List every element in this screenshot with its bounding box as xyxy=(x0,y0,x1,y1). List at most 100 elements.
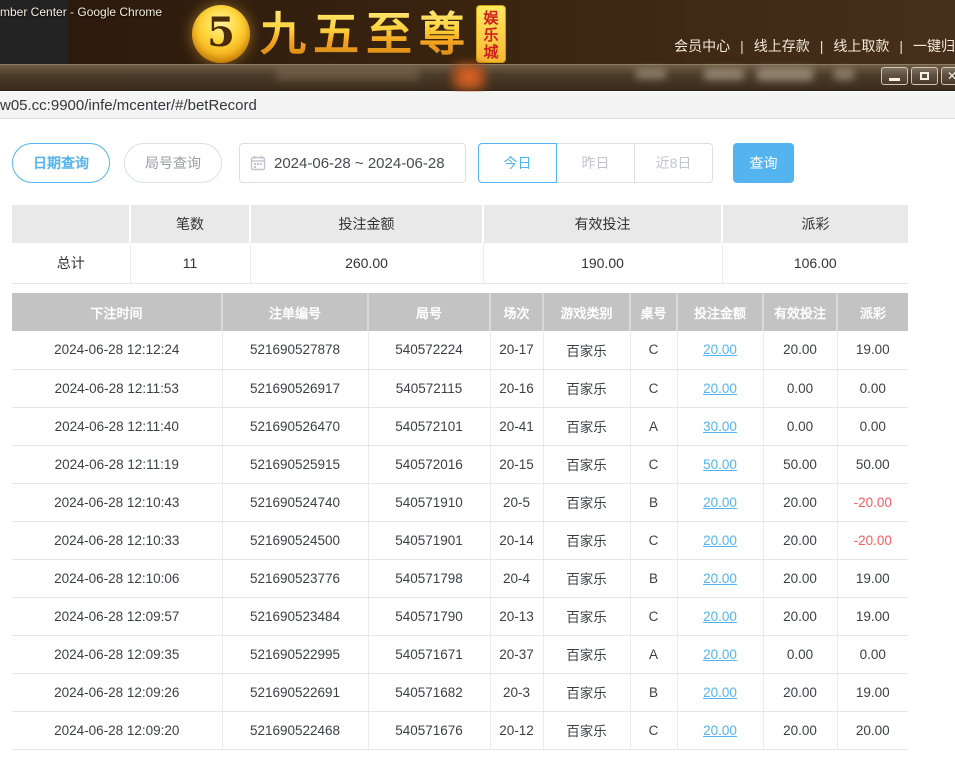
bet-record-table: 下注时间注单编号局号场次游戏类别桌号投注金额有效投注派彩 2024-06-28 … xyxy=(12,293,908,750)
bet-time: 2024-06-28 12:09:20 xyxy=(12,711,222,749)
total-payout: 106.00 xyxy=(722,243,908,283)
yesterday-button[interactable]: 昨日 xyxy=(556,143,635,183)
total-count: 11 xyxy=(130,243,250,283)
bet-time: 2024-06-28 12:09:57 xyxy=(12,597,222,635)
game-type: 百家乐 xyxy=(543,521,630,559)
nav-one-key[interactable]: 一键归户 xyxy=(913,38,955,54)
payout: 19.00 xyxy=(837,597,908,635)
game-type: 百家乐 xyxy=(543,445,630,483)
window-controls: ✕ xyxy=(878,67,955,85)
column-header: 游戏类别 xyxy=(543,293,630,331)
round-query-tab[interactable]: 局号查询 xyxy=(124,143,222,183)
payout: 0.00 xyxy=(837,635,908,673)
table-row: 2024-06-28 12:09:57521690523484540571790… xyxy=(12,597,908,635)
table-row: 2024-06-28 12:11:19521690525915540572016… xyxy=(12,445,908,483)
bet-amount-link[interactable]: 20.00 xyxy=(703,647,737,662)
round-no: 540571682 xyxy=(368,673,490,711)
bet-amount-link[interactable]: 20.00 xyxy=(703,685,737,700)
bet-table-body: 2024-06-28 12:12:24521690527878540572224… xyxy=(12,331,908,749)
bet-time: 2024-06-28 12:11:53 xyxy=(12,369,222,407)
bet-amount-link[interactable]: 20.00 xyxy=(703,609,737,624)
blurred-badge-bottom xyxy=(452,64,486,90)
date-query-tab[interactable]: 日期查询 xyxy=(12,143,110,183)
column-header: 下注时间 xyxy=(12,293,222,331)
bet-time: 2024-06-28 12:10:06 xyxy=(12,559,222,597)
query-button[interactable]: 查询 xyxy=(733,143,794,183)
close-button[interactable]: ✕ xyxy=(941,67,955,85)
valid-bet: 0.00 xyxy=(763,369,837,407)
summary-header-payout: 派彩 xyxy=(722,205,908,243)
order-no: 521690522468 xyxy=(222,711,368,749)
nav-separator: | xyxy=(899,38,903,54)
date-range-input[interactable]: 2024-06-28 ~ 2024-06-28 xyxy=(239,143,466,183)
url-bar[interactable]: w05.cc:9900/infe/mcenter/#/betRecord xyxy=(0,92,955,119)
nav-withdraw[interactable]: 线上取款 xyxy=(833,38,889,54)
logo-coin-icon: 5 xyxy=(192,5,250,63)
minimize-button[interactable] xyxy=(881,67,908,85)
filter-row: 日期查询 局号查询 2024-06-28 ~ 2024-06-28 今日 昨日 … xyxy=(12,143,794,183)
window-title: mber Center - Google Chrome xyxy=(0,5,162,19)
summary-header-count: 笔数 xyxy=(130,205,250,243)
table-no: C xyxy=(630,521,677,559)
valid-bet: 50.00 xyxy=(763,445,837,483)
bet-amount-cell: 20.00 xyxy=(677,331,763,369)
session: 20-12 xyxy=(490,711,543,749)
bet-time: 2024-06-28 12:12:24 xyxy=(12,331,222,369)
bet-amount-link[interactable]: 20.00 xyxy=(703,571,737,586)
nav-separator: | xyxy=(740,38,744,54)
session: 20-5 xyxy=(490,483,543,521)
bet-amount-cell: 20.00 xyxy=(677,635,763,673)
bet-time: 2024-06-28 12:09:35 xyxy=(12,635,222,673)
valid-bet: 0.00 xyxy=(763,635,837,673)
round-no: 540571676 xyxy=(368,711,490,749)
table-no: B xyxy=(630,483,677,521)
table-no: C xyxy=(630,369,677,407)
table-no: C xyxy=(630,597,677,635)
session: 20-4 xyxy=(490,559,543,597)
game-type: 百家乐 xyxy=(543,635,630,673)
casino-logo: 5 九五至尊 娱 乐 城 xyxy=(192,4,506,64)
summary-total-row: 总计 11 260.00 190.00 106.00 xyxy=(12,243,908,283)
game-type: 百家乐 xyxy=(543,673,630,711)
bet-amount-link[interactable]: 20.00 xyxy=(703,381,737,396)
bet-amount-link[interactable]: 20.00 xyxy=(703,533,737,548)
session: 20-14 xyxy=(490,521,543,559)
blurred-text xyxy=(703,69,745,80)
total-valid-bet: 190.00 xyxy=(483,243,722,283)
table-no: C xyxy=(630,711,677,749)
last-8-days-button[interactable]: 近8日 xyxy=(634,143,713,183)
payout: 0.00 xyxy=(837,407,908,445)
calendar-icon xyxy=(250,155,266,171)
today-button[interactable]: 今日 xyxy=(478,143,557,183)
table-no: B xyxy=(630,673,677,711)
bet-amount-link[interactable]: 20.00 xyxy=(703,342,737,357)
round-no: 540571671 xyxy=(368,635,490,673)
valid-bet: 20.00 xyxy=(763,597,837,635)
bet-amount-link[interactable]: 50.00 xyxy=(703,457,737,472)
valid-bet: 20.00 xyxy=(763,483,837,521)
summary-header-valid-bet: 有效投注 xyxy=(483,205,722,243)
nav-member-center[interactable]: 会员中心 xyxy=(674,38,730,54)
table-row: 2024-06-28 12:09:35521690522995540571671… xyxy=(12,635,908,673)
nav-deposit[interactable]: 线上存款 xyxy=(754,38,810,54)
table-row: 2024-06-28 12:12:24521690527878540572224… xyxy=(12,331,908,369)
game-type: 百家乐 xyxy=(543,369,630,407)
summary-header-bet-amount: 投注金额 xyxy=(250,205,483,243)
bet-amount-link[interactable]: 20.00 xyxy=(703,723,737,738)
game-type: 百家乐 xyxy=(543,597,630,635)
column-header: 投注金额 xyxy=(677,293,763,331)
round-no: 540572101 xyxy=(368,407,490,445)
bet-amount-link[interactable]: 20.00 xyxy=(703,495,737,510)
column-header: 有效投注 xyxy=(763,293,837,331)
order-no: 521690523484 xyxy=(222,597,368,635)
maximize-button[interactable] xyxy=(911,67,938,85)
table-row: 2024-06-28 12:11:53521690526917540572115… xyxy=(12,369,908,407)
bet-table-header-row: 下注时间注单编号局号场次游戏类别桌号投注金额有效投注派彩 xyxy=(12,293,908,331)
table-row: 2024-06-28 12:10:43521690524740540571910… xyxy=(12,483,908,521)
badge-char: 乐 xyxy=(483,27,498,44)
table-no: A xyxy=(630,407,677,445)
column-header: 局号 xyxy=(368,293,490,331)
bet-time: 2024-06-28 12:11:19 xyxy=(12,445,222,483)
bet-amount-cell: 20.00 xyxy=(677,521,763,559)
bet-amount-link[interactable]: 30.00 xyxy=(703,419,737,434)
